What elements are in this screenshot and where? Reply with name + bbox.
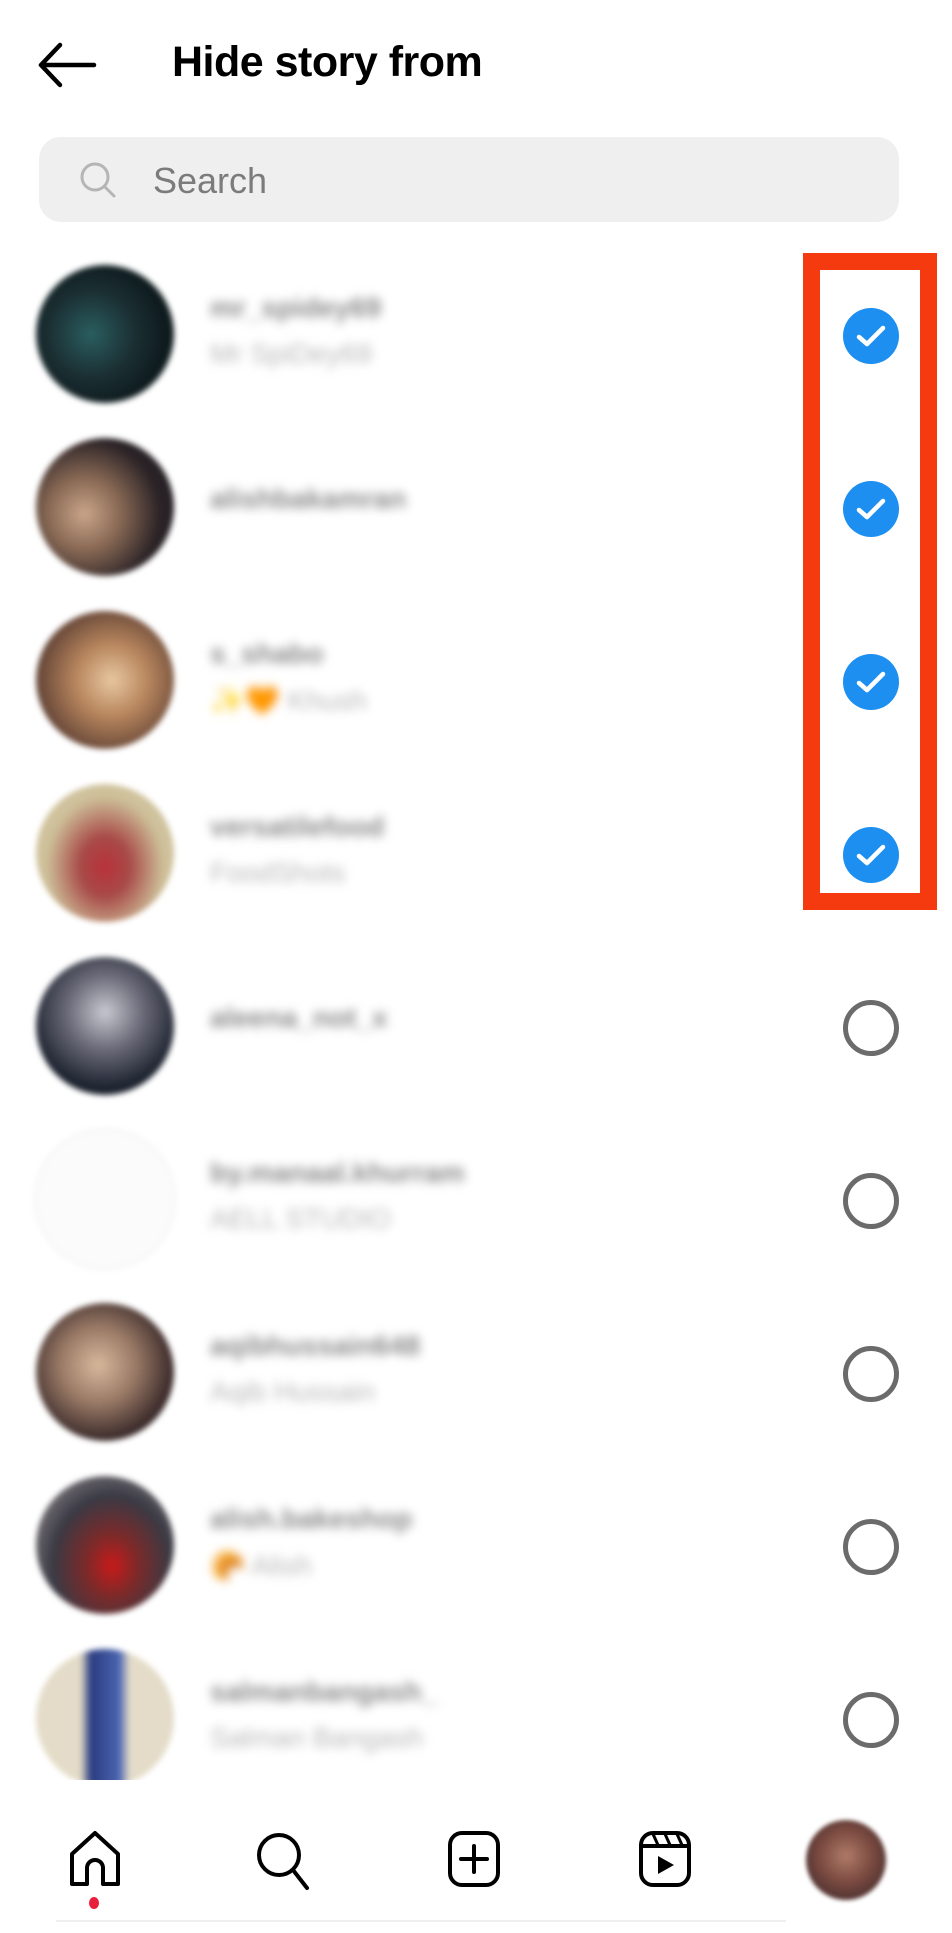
checkbox-selected[interactable] [843, 481, 899, 537]
checkbox-selected[interactable] [843, 654, 899, 710]
avatar [36, 957, 174, 1095]
full-name: AELL STUDIO [210, 1203, 392, 1234]
user-list: mr_spidey69 Mr SpiDey69 alishbakamran s_… [0, 255, 952, 1812]
search-icon [257, 1833, 309, 1890]
avatar [36, 1130, 174, 1268]
checkmark-icon [856, 844, 886, 866]
checkbox-unselected[interactable] [843, 1519, 899, 1575]
search-input[interactable] [151, 137, 875, 224]
username: mr_spidey69 [210, 292, 382, 323]
arrow-left-icon [38, 42, 97, 88]
full-name: Aqib Hussain [210, 1376, 375, 1407]
search-icon [80, 162, 116, 198]
full-name: FoodShots [210, 857, 346, 888]
list-item[interactable]: mr_spidey69 Mr SpiDey69 [0, 255, 952, 428]
home-icon [70, 1831, 120, 1886]
list-item[interactable]: alishbakamran [0, 428, 952, 601]
bottom-nav [0, 1780, 952, 1933]
list-item[interactable]: by.manaal.khurram AELL STUDIO [0, 1120, 952, 1293]
checkbox-unselected[interactable] [843, 1692, 899, 1748]
username: alish.bakeshop [210, 1503, 413, 1534]
username: by.manaal.khurram [210, 1157, 465, 1188]
avatar [36, 784, 174, 922]
full-name: 🥐 Alish [210, 1550, 312, 1581]
username: aqibhussain648 [210, 1330, 421, 1361]
notification-dot [89, 1897, 99, 1909]
nav-home[interactable] [64, 1830, 126, 1892]
page-title: Hide story from [172, 38, 483, 86]
avatar [36, 1476, 174, 1614]
avatar [36, 611, 174, 749]
username: aleena_not_x [210, 1002, 388, 1033]
list-item[interactable]: alish.bakeshop 🥐 Alish [0, 1466, 952, 1639]
nav-create[interactable] [445, 1830, 507, 1892]
nav-profile-avatar[interactable] [806, 1820, 886, 1900]
list-item[interactable]: s_shabo ✨🧡 Khush [0, 601, 952, 774]
checkmark-icon [856, 498, 886, 520]
checkbox-unselected[interactable] [843, 1000, 899, 1056]
list-item[interactable]: aleena_not_x [0, 947, 952, 1120]
avatar [36, 1303, 174, 1441]
checkbox-unselected[interactable] [843, 1346, 899, 1402]
nav-search[interactable] [253, 1830, 315, 1892]
checkbox-selected[interactable] [843, 308, 899, 364]
avatar [36, 1649, 174, 1787]
checkmark-icon [856, 325, 886, 347]
search-bar[interactable] [39, 137, 899, 224]
avatar [36, 265, 174, 403]
reels-icon [639, 1831, 691, 1887]
full-name: ✨🧡 Khush [210, 685, 367, 716]
list-item[interactable]: versatilefood FoodShots [0, 774, 952, 947]
checkmark-icon [856, 671, 886, 693]
list-item[interactable]: aqibhussain648 Aqib Hussain [0, 1293, 952, 1466]
plus-square-icon [448, 1831, 500, 1887]
full-name: Mr SpiDey69 [210, 338, 372, 369]
divider [56, 1920, 786, 1922]
username: salmanbangash_ [210, 1676, 438, 1707]
full-name: Salman Bangash [210, 1722, 424, 1753]
nav-reels[interactable] [636, 1830, 698, 1892]
username: s_shabo [210, 638, 324, 669]
avatar [36, 438, 174, 576]
checkbox-selected[interactable] [843, 827, 899, 883]
username: alishbakamran [210, 483, 407, 514]
back-button[interactable] [36, 40, 98, 90]
username: versatilefood [210, 811, 385, 842]
header: Hide story from [0, 0, 952, 130]
checkbox-unselected[interactable] [843, 1173, 899, 1229]
